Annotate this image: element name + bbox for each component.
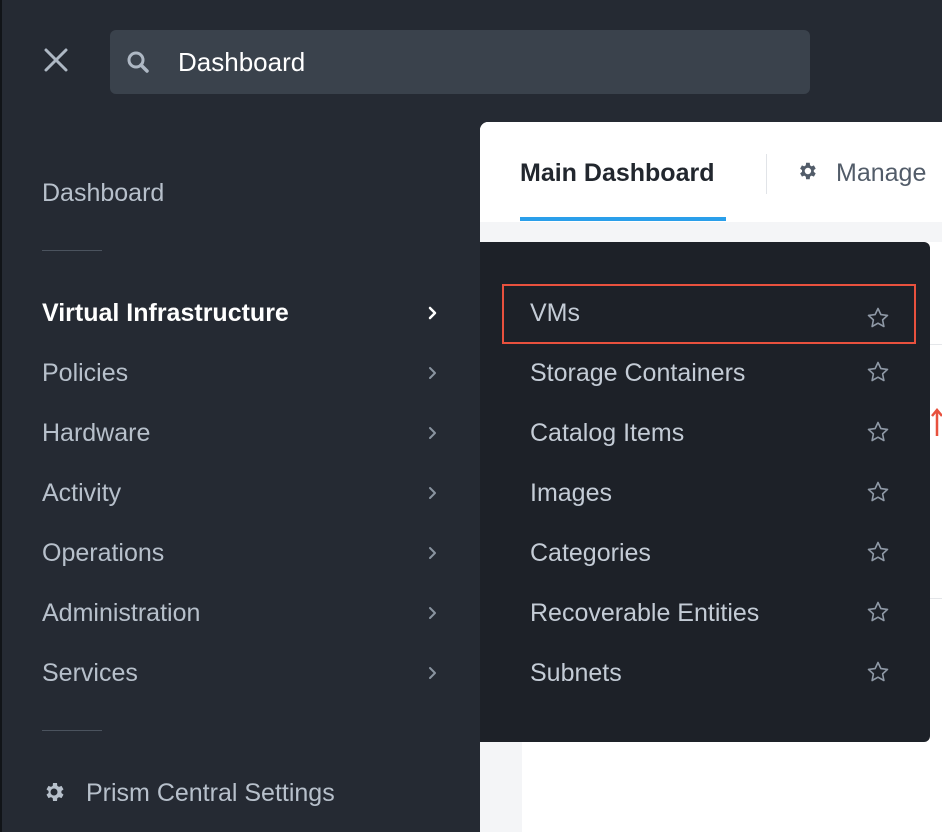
submenu-item-storage-containers[interactable]: Storage Containers (502, 344, 916, 404)
navigation-sidebar: Dashboard Dashboard Virtual Infrastructu… (0, 0, 810, 832)
sidebar-item-label: Policies (42, 359, 129, 387)
prism-central-settings-link[interactable]: Prism Central Settings (42, 776, 422, 812)
sidebar-item-label: Virtual Infrastructure (42, 299, 289, 327)
sidebar-item-dashboard[interactable]: Dashboard (42, 176, 164, 210)
submenu-item-label: Storage Containers (530, 359, 746, 387)
sidebar-item-administration[interactable]: Administration (42, 593, 442, 633)
sidebar-item-label: Hardware (42, 419, 151, 447)
tab-manage[interactable]: Manage (796, 156, 942, 190)
sidebar-item-activity[interactable]: Activity (42, 473, 442, 513)
virtual-infrastructure-submenu: VMs Storage Containers Catalog Items Ima… (480, 242, 930, 742)
alert-graphic-fragment (931, 408, 942, 438)
search-input-value: Dashboard (178, 47, 306, 77)
submenu-item-vms[interactable]: VMs (502, 284, 916, 344)
sidebar-item-services[interactable]: Services (42, 653, 442, 693)
star-outline-icon[interactable] (866, 660, 890, 684)
submenu-item-label: Catalog Items (530, 419, 685, 447)
close-icon[interactable] (42, 46, 70, 74)
gear-icon (796, 160, 818, 182)
sidebar-item-label: Operations (42, 539, 165, 567)
sidebar-item-policies[interactable]: Policies (42, 353, 442, 393)
sidebar-divider (42, 250, 102, 251)
star-outline-icon[interactable] (866, 360, 890, 384)
chevron-right-icon (428, 546, 438, 560)
sidebar-divider (42, 730, 102, 731)
chevron-right-icon (428, 486, 438, 500)
submenu-item-label: VMs (530, 299, 580, 327)
sidebar-item-hardware[interactable]: Hardware (42, 413, 442, 453)
sidebar-item-virtual-infrastructure[interactable]: Virtual Infrastructure (42, 293, 442, 333)
submenu-item-label: Images (530, 479, 612, 507)
chevron-right-icon (428, 666, 438, 680)
star-outline-icon[interactable] (866, 420, 890, 444)
tab-main-dashboard[interactable]: Main Dashboard (520, 156, 714, 190)
gear-icon (42, 780, 66, 804)
star-outline-icon[interactable] (866, 540, 890, 564)
sidebar-item-label: Activity (42, 479, 122, 507)
tab-separator (766, 154, 767, 194)
search-input[interactable]: Dashboard (110, 30, 810, 94)
submenu-item-categories[interactable]: Categories (502, 524, 916, 584)
sidebar-item-label: Administration (42, 599, 201, 627)
submenu-item-recoverable-entities[interactable]: Recoverable Entities (502, 584, 916, 644)
submenu-item-subnets[interactable]: Subnets (502, 644, 916, 704)
active-tab-indicator (520, 217, 726, 221)
chevron-right-icon (428, 306, 438, 320)
tab-manage-label: Manage (836, 159, 927, 187)
submenu-item-label: Categories (530, 539, 651, 567)
tab-bar: Main Dashboard Manage (480, 122, 942, 222)
star-outline-icon[interactable] (866, 480, 890, 504)
chevron-right-icon (428, 366, 438, 380)
sidebar-item-operations[interactable]: Operations (42, 533, 442, 573)
submenu-item-images[interactable]: Images (502, 464, 916, 524)
chevron-right-icon (428, 606, 438, 620)
sidebar-item-label: Services (42, 659, 138, 687)
submenu-item-label: Recoverable Entities (530, 599, 760, 627)
star-outline-icon[interactable] (866, 600, 890, 624)
chevron-right-icon (428, 426, 438, 440)
settings-label: Prism Central Settings (86, 779, 335, 807)
submenu-item-catalog-items[interactable]: Catalog Items (502, 404, 916, 464)
star-outline-icon[interactable] (866, 306, 890, 330)
app-window: Main Dashboard Manage Dashboard Dashboar… (0, 0, 942, 832)
search-icon (126, 50, 150, 74)
submenu-item-label: Subnets (530, 659, 622, 687)
